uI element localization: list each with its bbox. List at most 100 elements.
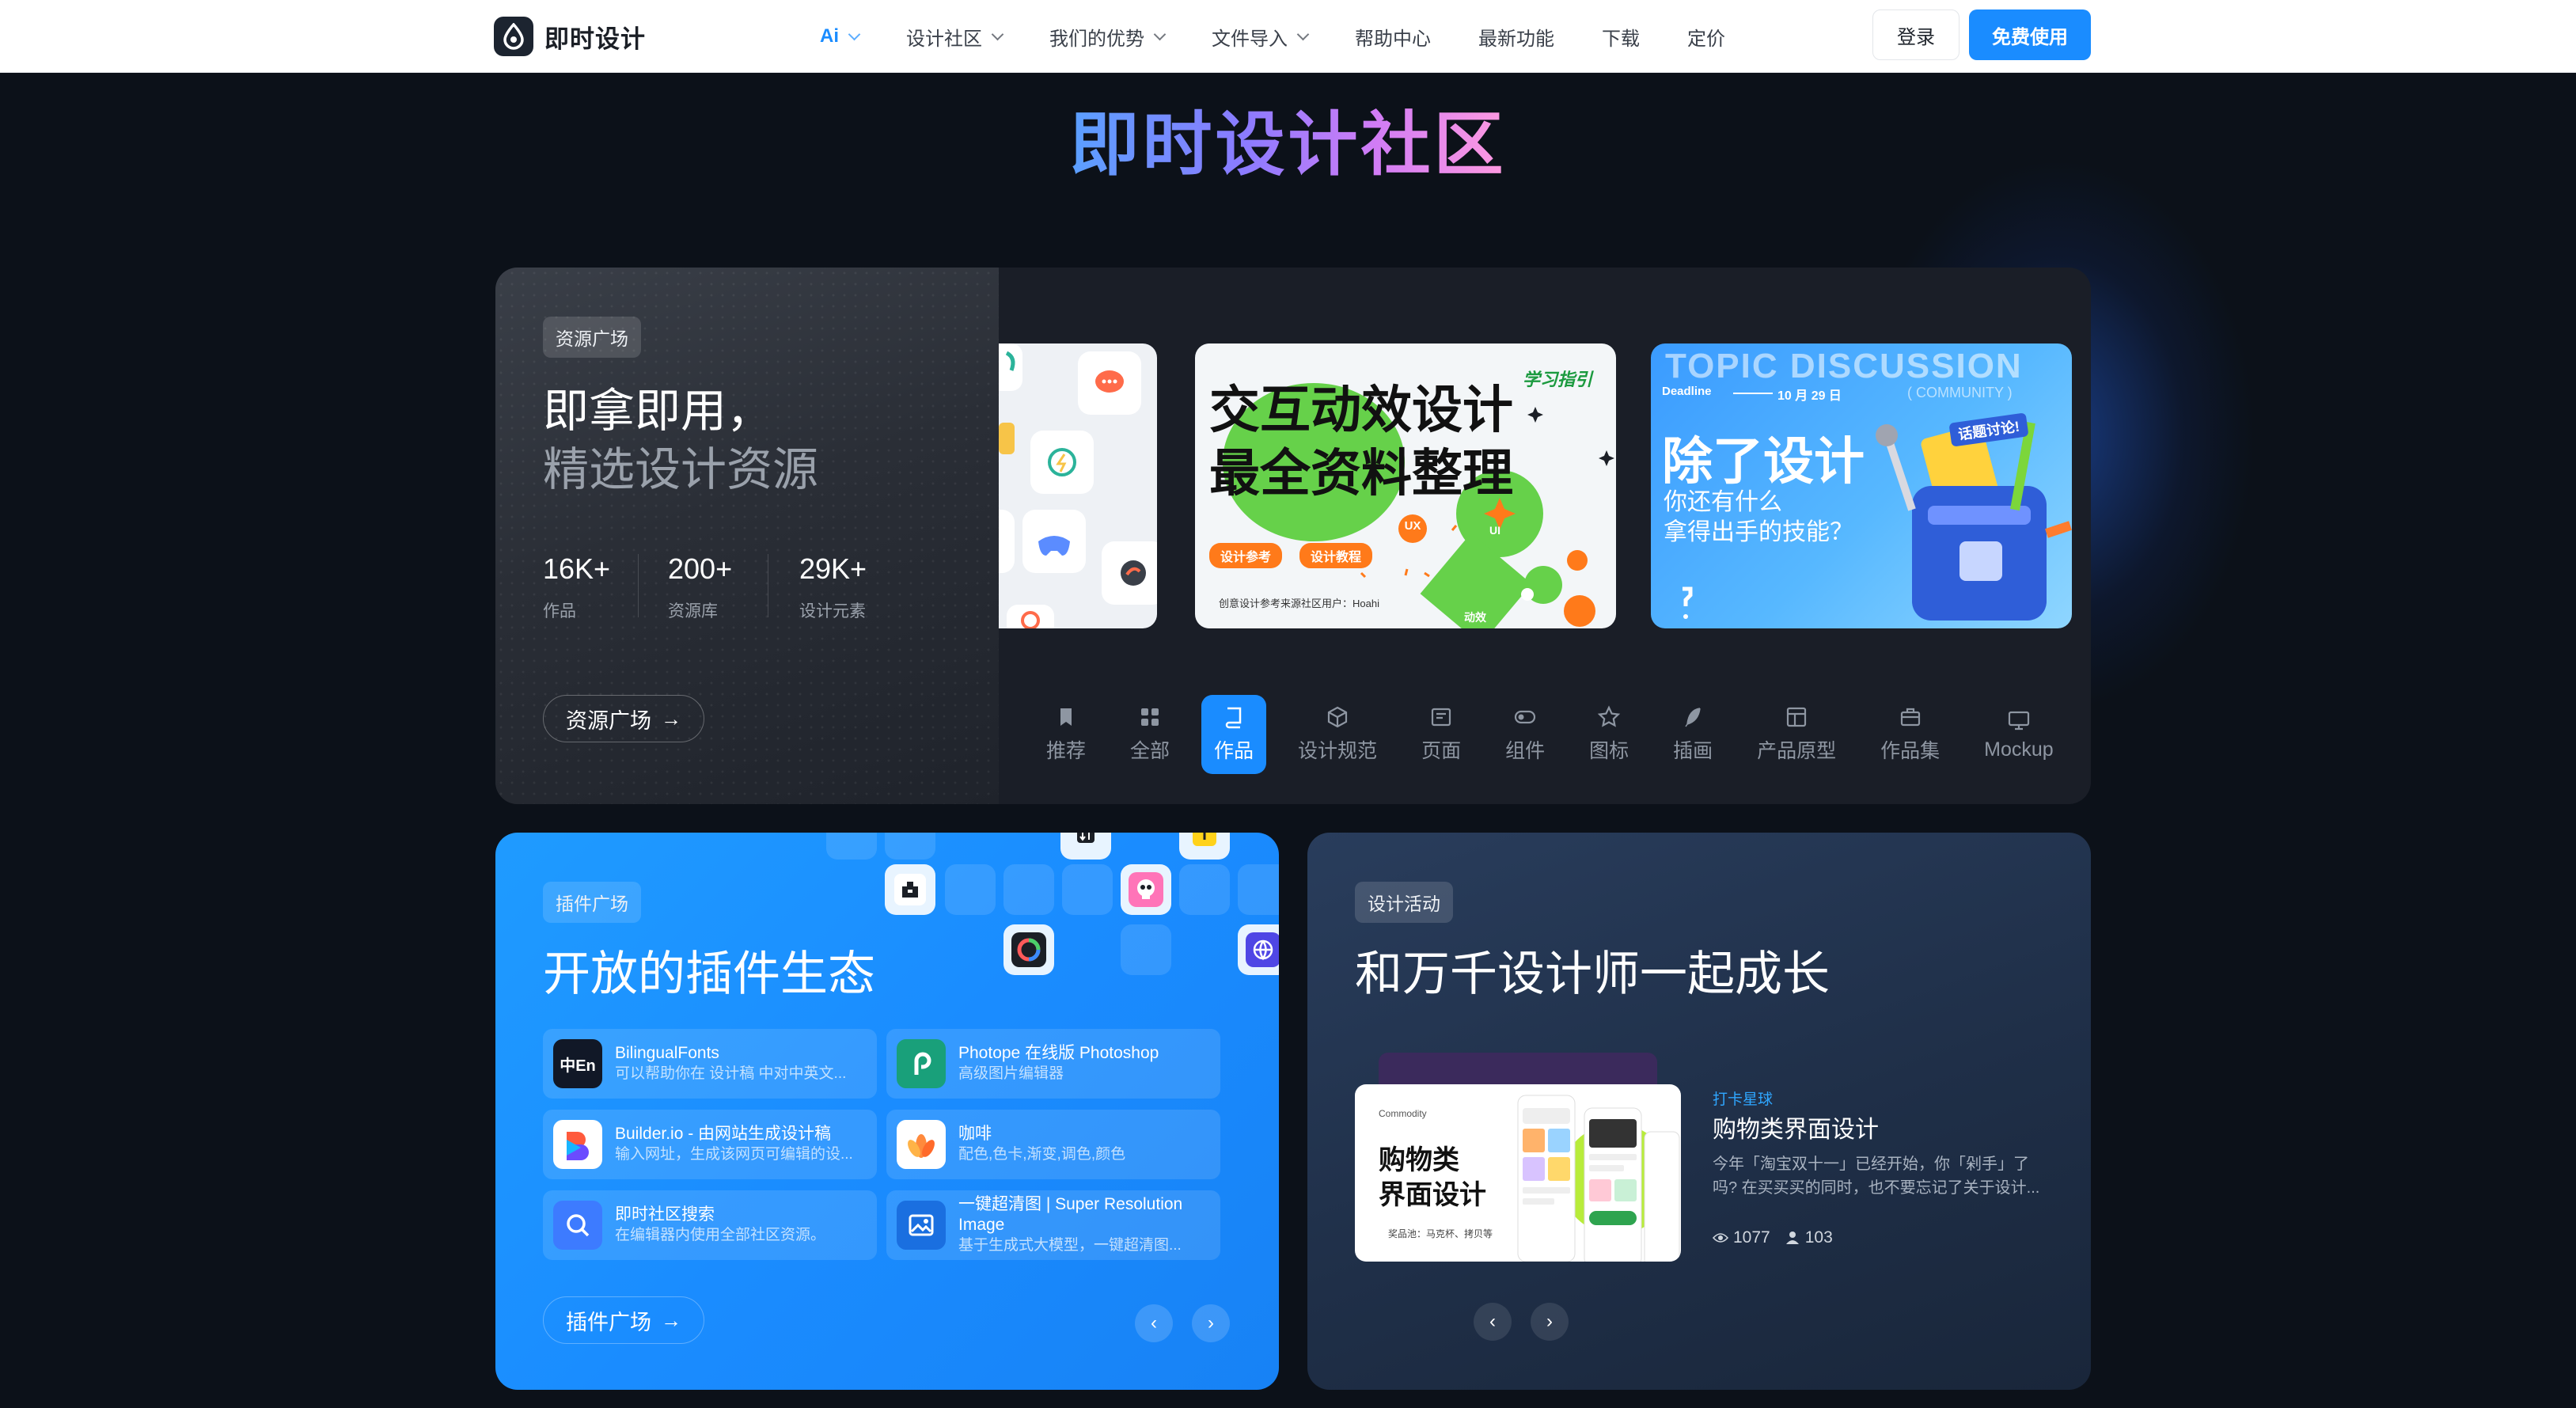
- event-headline: 和万千设计师一起成长: [1355, 947, 1830, 1000]
- resource-category-tabs: 推荐 全部 作品 设计规范 页面 组件 图标 插画 产品原型 作品集 Mocku…: [1034, 695, 2085, 774]
- tab-components-label: 组件: [1505, 740, 1546, 762]
- menu-pricing[interactable]: 定价: [1687, 23, 1725, 51]
- plugin-prev-button[interactable]: ‹: [1135, 1304, 1173, 1342]
- bookmark-icon: [1060, 708, 1072, 726]
- tab-pages[interactable]: 页面: [1409, 695, 1474, 774]
- menu-pricing-label: 定价: [1687, 28, 1725, 50]
- logo[interactable]: 即时设计: [494, 16, 646, 57]
- resource-card-icons[interactable]: [999, 343, 1157, 628]
- menu-whats-new[interactable]: 最新功能: [1478, 23, 1554, 51]
- event-card-shopping-ui[interactable]: Commodity 购物类 界面设计 奖品池：马克杯、拷贝等: [1355, 1084, 1681, 1262]
- plugin-next-button[interactable]: ›: [1192, 1304, 1230, 1342]
- tab-portfolio[interactable]: 作品集: [1868, 695, 1952, 774]
- tab-all-label: 全部: [1130, 740, 1170, 762]
- resource-tag: 资源广场: [543, 317, 641, 358]
- deco-tile: [1179, 864, 1230, 915]
- tab-mockup-label: Mockup: [1984, 738, 2054, 761]
- tab-prototypes[interactable]: 产品原型: [1744, 695, 1849, 774]
- card-learning-tag: 学习指引: [1523, 370, 1593, 389]
- plugin-square-button-label: 插件广场: [566, 1310, 651, 1334]
- menu-advantages[interactable]: 我们的优势: [1049, 23, 1167, 51]
- chevron-right-icon: ›: [1546, 1311, 1553, 1332]
- top-nav: 即时设计 Ai 设计社区 我们的优势 文件导入 帮助中心 最新功能 下载 定价 …: [0, 0, 2576, 73]
- icon-set-illustration: [999, 343, 1157, 628]
- menu-download-label: 下载: [1602, 28, 1640, 50]
- logo-text: 即时设计: [544, 25, 646, 53]
- plugin-desc: 配色,色卡,渐变,调色,颜色: [958, 1146, 1126, 1163]
- grid-icon: [1141, 708, 1159, 726]
- toggle-icon: [1514, 710, 1536, 724]
- chevron-left-icon: ‹: [1151, 1312, 1157, 1334]
- plugin-item-builder-io[interactable]: Builder.io - 由网站生成设计稿 输入网址，生成该网页可编辑的设...: [543, 1110, 877, 1179]
- plugin-name: BilingualFonts: [615, 1044, 719, 1062]
- tab-recommended[interactable]: 推荐: [1034, 695, 1098, 774]
- chevron-down-icon: [848, 28, 861, 40]
- tab-design-spec-label: 设计规范: [1298, 740, 1378, 762]
- card-motion-title-line1: 交互动效设计: [1209, 381, 1513, 438]
- card-label-ui: UI: [1489, 524, 1500, 537]
- plugin-tile-yellow-icon: [1179, 833, 1230, 860]
- event-tag: 设计活动: [1355, 882, 1453, 923]
- menu-download[interactable]: 下载: [1602, 23, 1640, 51]
- book-icon: [1225, 707, 1242, 729]
- card-chip-reference: 设计参考: [1209, 543, 1283, 568]
- tab-works[interactable]: 作品: [1201, 695, 1267, 774]
- card-label-motion: 动效: [1464, 611, 1486, 624]
- stat-libraries: 200+ 资源库: [668, 552, 732, 622]
- tab-design-spec[interactable]: 设计规范: [1285, 695, 1390, 774]
- tab-components[interactable]: 组件: [1493, 695, 1557, 774]
- plugin-tile-globe-icon: [1238, 924, 1279, 975]
- phone-mockups-illustration: [1517, 1095, 1680, 1262]
- builder-io-icon: [553, 1120, 602, 1169]
- plugin-desc: 输入网址，生成该网页可编辑的设...: [615, 1146, 853, 1163]
- search-icon: [553, 1201, 602, 1250]
- menu-ai[interactable]: Ai: [820, 25, 861, 47]
- tab-illustrations[interactable]: 插画: [1660, 695, 1725, 774]
- stat-works-num: 16K+: [543, 552, 611, 585]
- star-icon: [1597, 705, 1621, 727]
- tab-all[interactable]: 全部: [1117, 695, 1182, 774]
- card-chip-tutorial: 设计教程: [1299, 543, 1373, 568]
- deco-tile: [1121, 924, 1171, 975]
- eye-icon: [1713, 1233, 1728, 1243]
- tab-icons-label: 图标: [1589, 740, 1629, 762]
- deco-tile: [826, 833, 877, 860]
- plugin-headline: 开放的插件生态: [543, 947, 875, 1000]
- menu-help[interactable]: 帮助中心: [1355, 23, 1431, 51]
- login-button[interactable]: 登录: [1872, 9, 1960, 60]
- stat-libraries-num: 200+: [668, 552, 733, 585]
- plugin-item-super-resolution[interactable]: 一键超清图 | Super Resolution Image 基于生成式大模型，一…: [886, 1190, 1220, 1260]
- event-category: 打卡星球: [1713, 1091, 1774, 1108]
- card-motion-title-line2: 最全资料整理: [1209, 445, 1513, 502]
- stat-works: 16K+ 作品: [543, 552, 610, 622]
- menu-advantages-label: 我们的优势: [1049, 28, 1144, 50]
- plugin-item-bilingual-fonts[interactable]: 中En BilingualFonts 可以帮助你在 设计稿 中对中英文...: [543, 1029, 877, 1099]
- resource-card-motion-design[interactable]: 学习指引 交互动效设计 最全资料整理 设计参考 设计教程 创意设计参考来源社区用…: [1195, 343, 1616, 628]
- plugin-desc: 高级图片编辑器: [958, 1065, 1064, 1082]
- plugin-name: 咖啡: [958, 1125, 992, 1143]
- menu-import[interactable]: 文件导入: [1212, 23, 1310, 51]
- resource-panel: 资源广场 即拿即用， 精选设计资源 16K+ 作品 200+ 资源库 29K+ …: [495, 268, 2091, 804]
- plugin-square-button[interactable]: 插件广场 →: [543, 1296, 704, 1344]
- resource-square-button[interactable]: 资源广场 →: [543, 695, 704, 742]
- event-next-button[interactable]: ›: [1531, 1303, 1569, 1341]
- tab-works-label: 作品: [1214, 740, 1254, 762]
- menu-community[interactable]: 设计社区: [906, 23, 1004, 51]
- page-title: 即时设计社区: [0, 89, 2576, 189]
- plugin-item-community-search[interactable]: 即时社区搜索 在编辑器内使用全部社区资源。: [543, 1190, 877, 1260]
- chevron-left-icon: ‹: [1489, 1311, 1496, 1332]
- event-prev-button[interactable]: ‹: [1474, 1303, 1512, 1341]
- tab-illustrations-label: 插画: [1673, 740, 1713, 762]
- plugin-item-photopea[interactable]: Photope 在线版 Photoshop 高级图片编辑器: [886, 1029, 1220, 1099]
- tab-icons[interactable]: 图标: [1576, 695, 1641, 774]
- menu-import-label: 文件导入: [1212, 28, 1288, 50]
- plugin-tile-skull-icon: [1121, 864, 1171, 915]
- tab-portfolio-label: 作品集: [1880, 740, 1941, 762]
- resource-card-topic-discussion[interactable]: TOPIC DISCUSSION Deadline 10 月 29 日 ( CO…: [1651, 343, 2072, 628]
- tab-mockup[interactable]: Mockup: [1971, 695, 2066, 774]
- photopea-icon: [897, 1039, 946, 1088]
- free-use-button[interactable]: 免费使用: [1969, 9, 2091, 60]
- event-title[interactable]: 购物类界面设计: [1713, 1110, 1879, 1144]
- plugin-item-color-palette[interactable]: 咖啡配色,色卡,渐变,调色,颜色: [886, 1110, 1220, 1179]
- feather-icon: [1685, 708, 1701, 727]
